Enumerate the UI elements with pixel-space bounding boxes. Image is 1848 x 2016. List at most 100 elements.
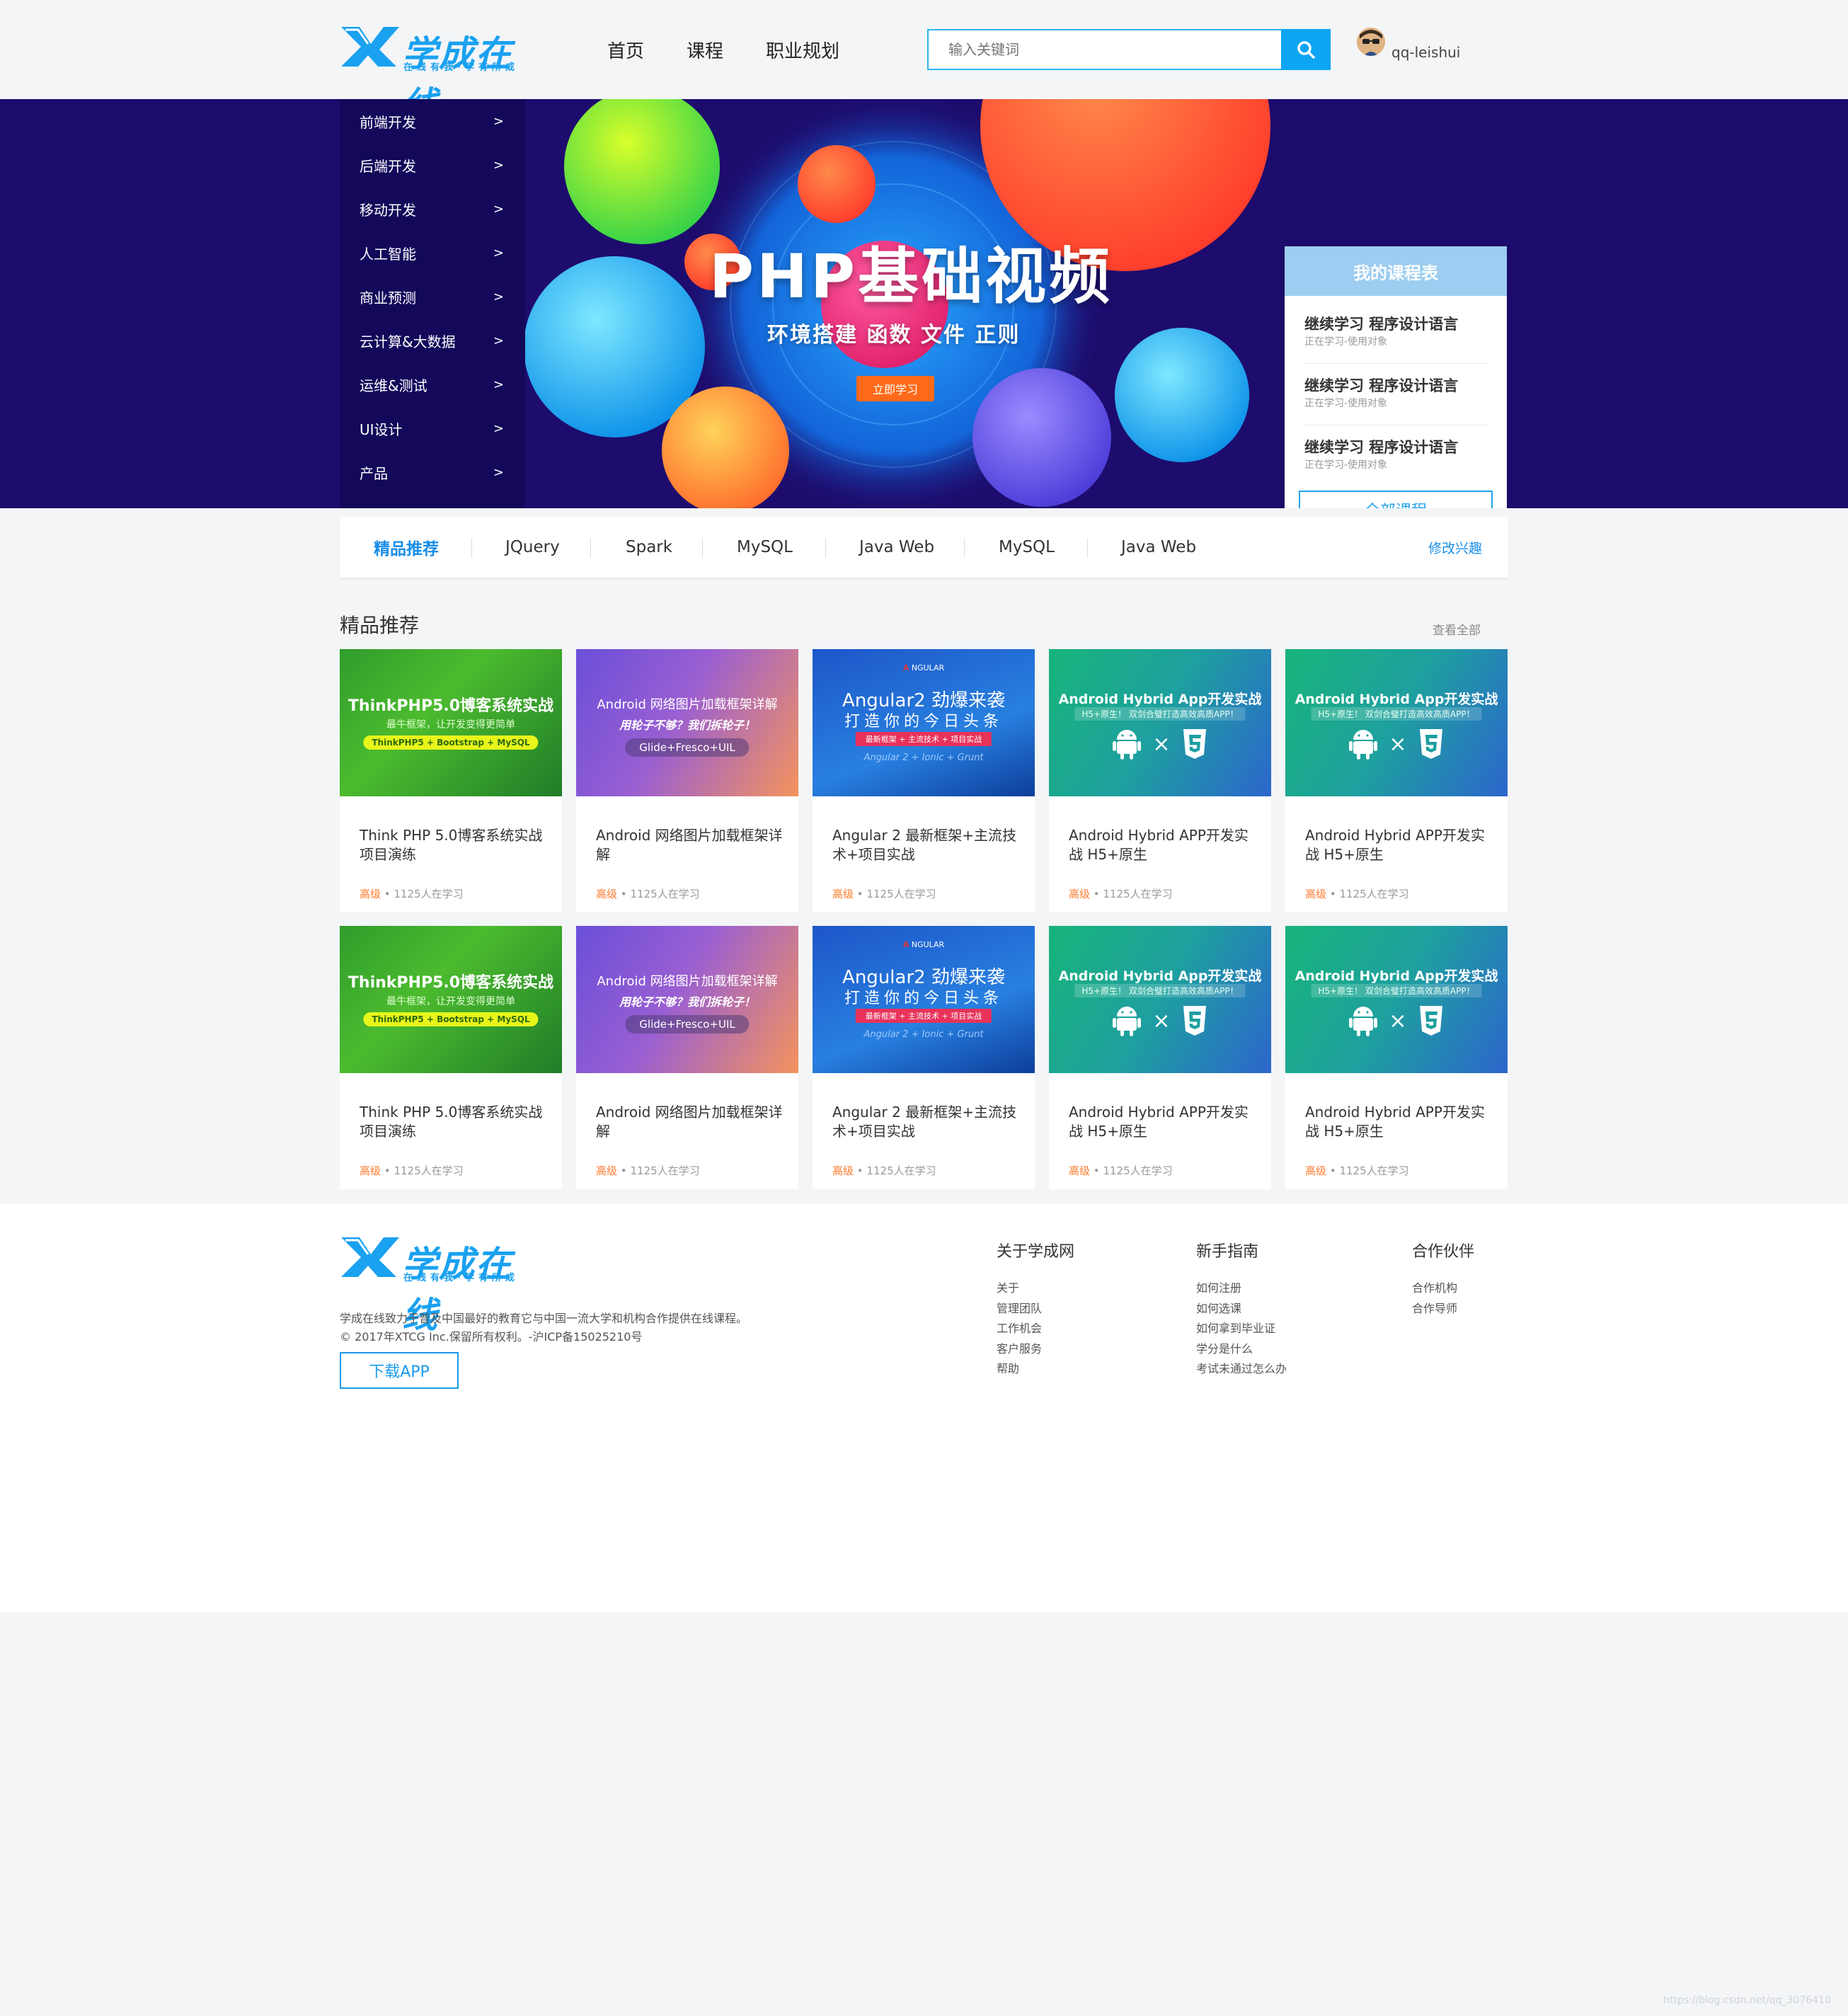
category-item-ui[interactable]: UI设计 > [340,406,525,450]
category-item-backend[interactable]: 后端开发 > [340,143,525,187]
course-card[interactable]: Android Hybrid App开发实战 H5+原生！ 双剑合璧打造高效高质… [1285,926,1508,1189]
search-button[interactable] [1281,29,1331,70]
course-card[interactable]: Android Hybrid App开发实战 H5+原生！ 双剑合璧打造高效高质… [1285,649,1508,912]
tab-jquery[interactable]: JQuery [505,517,560,578]
tab-javaweb[interactable]: Java Web [859,517,934,578]
course-card[interactable]: Android 网络图片加载框架详解 用轮子不够？我们拆轮子！ Glide+Fr… [576,649,798,912]
avatar[interactable] [1357,28,1385,56]
site-logo[interactable]: 学成在线 在线有我·学有所成 [340,25,531,125]
category-label: 运维&测试 [360,377,427,394]
footer-link[interactable]: 如何注册 [1196,1278,1287,1299]
footer-column-about: 关于学成网 关于 管理团队 工作机会 客户服务 帮助 [997,1239,1074,1380]
footer-link[interactable]: 考试未通过怎么办 [1196,1359,1287,1380]
category-item-product[interactable]: 产品 > [340,450,525,494]
course-thumbnail[interactable]: ThinkPHP5.0博客系统实战 最牛框架，让开发变得更简单 ThinkPHP… [340,926,562,1073]
category-item-mobile[interactable]: 移动开发 > [340,187,525,231]
footer-link[interactable]: 学分是什么 [1196,1339,1287,1360]
card-art-badge: 最新框架 + 主流技术 + 项目实战 [855,732,992,746]
course-title[interactable]: Angular 2 最新框架+主流技术+项目实战 [832,1103,1020,1141]
my-course-item[interactable]: 继续学习 程序设计语言 正在学习-使用对象 [1304,365,1490,425]
card-art-subtitle: 打造你的今日头条 [844,713,1003,731]
logo-x-mark [341,1237,399,1277]
search-input[interactable] [929,30,1280,69]
all-courses-button[interactable]: 全部课程 [1299,491,1493,508]
course-title[interactable]: Android 网络图片加载框架详解 [596,1103,784,1141]
course-thumbnail[interactable]: A NGULAR Angular2 劲爆来袭 打造你的今日头条 最新框架 + 主… [813,926,1035,1073]
footer-link[interactable]: 帮助 [997,1359,1074,1380]
course-thumbnail[interactable]: Android Hybrid App开发实战 H5+原生！ 双剑合璧打造高效高质… [1049,649,1271,796]
course-students: 1125人在学习 [1339,888,1409,900]
username[interactable]: qq-leishui [1391,44,1460,61]
footer-link[interactable]: 关于 [997,1278,1074,1299]
course-meta: 高级 • 1125人在学习 [596,1163,700,1178]
course-thumbnail[interactable]: Android Hybrid App开发实战 H5+原生！ 双剑合璧打造高效高质… [1049,926,1271,1073]
edit-interest-link[interactable]: 修改兴趣 [1428,517,1482,578]
banner-title: PHP基础视频 [709,241,1113,312]
category-label: 人工智能 [360,245,416,263]
course-title[interactable]: Think PHP 5.0博客系统实战项目演练 [360,1103,547,1141]
footer-link[interactable]: 合作导师 [1412,1299,1474,1319]
category-item-business[interactable]: 商业预测 > [340,275,525,319]
course-card[interactable]: A NGULAR Angular2 劲爆来袭 打造你的今日头条 最新框架 + 主… [813,926,1035,1189]
card-art-icons: × [1285,728,1508,760]
my-course-item[interactable]: 继续学习 程序设计语言 正在学习-使用对象 [1304,303,1490,364]
tab-mysql-2[interactable]: MySQL [999,517,1055,578]
my-course-progress: 正在学习-使用对象 [1304,336,1388,348]
nav-courses[interactable]: 课程 [687,37,723,63]
course-title[interactable]: Android Hybrid APP开发实战 H5+原生 [1069,826,1256,864]
course-students: 1125人在学习 [1103,888,1173,900]
nav-home[interactable]: 首页 [607,37,644,63]
card-art-brand-text: NGULAR [911,663,945,672]
tab-featured[interactable]: 精品推荐 [374,517,439,578]
banner-learn-button[interactable]: 立即学习 [856,376,934,401]
meta-separator: • [856,888,863,900]
footer-logo[interactable]: 学成在线 在线有我·学有所成 [340,1236,531,1336]
course-title[interactable]: Android 网络图片加载框架详解 [596,826,784,864]
category-item-ai[interactable]: 人工智能 > [340,231,525,275]
category-item-cloud[interactable]: 云计算&大数据 > [340,319,525,362]
meta-separator: • [1093,1164,1100,1177]
course-thumbnail[interactable]: Android 网络图片加载框架详解 用轮子不够？我们拆轮子！ Glide+Fr… [576,649,798,796]
course-title[interactable]: Android Hybrid APP开发实战 H5+原生 [1305,1103,1493,1141]
my-course-item[interactable]: 继续学习 程序设计语言 正在学习-使用对象 [1304,426,1490,487]
card-art-brand: A NGULAR [813,663,1035,672]
course-thumbnail[interactable]: Android 网络图片加载框架详解 用轮子不够？我们拆轮子！ Glide+Fr… [576,926,798,1073]
course-card[interactable]: Android 网络图片加载框架详解 用轮子不够？我们拆轮子！ Glide+Fr… [576,926,798,1189]
card-art-badge: ThinkPHP5 + Bootstrap + MySQL [363,1012,539,1026]
footer-link[interactable]: 管理团队 [997,1299,1074,1319]
html5-icon [1183,1006,1206,1036]
footer-link[interactable]: 工作机会 [997,1319,1074,1339]
course-thumbnail[interactable]: A NGULAR Angular2 劲爆来袭 打造你的今日头条 最新框架 + 主… [813,649,1035,796]
footer-link[interactable]: 客户服务 [997,1339,1074,1360]
course-title[interactable]: Android Hybrid APP开发实战 H5+原生 [1069,1103,1256,1141]
nav-career[interactable]: 职业规划 [766,37,839,63]
course-card[interactable]: A NGULAR Angular2 劲爆来袭 打造你的今日头条 最新框架 + 主… [813,649,1035,912]
course-thumbnail[interactable]: Android Hybrid App开发实战 H5+原生！ 双剑合璧打造高效高质… [1285,649,1508,796]
footer-link[interactable]: 如何选课 [1196,1299,1287,1319]
logo-slogan: 在线有我·学有所成 [403,1273,519,1283]
course-title[interactable]: Android Hybrid APP开发实战 H5+原生 [1305,826,1493,864]
view-all-link[interactable]: 查看全部 [1433,620,1481,638]
tab-spark[interactable]: Spark [626,517,672,578]
card-art-title: Android Hybrid App开发实战 [1058,692,1262,707]
footer-link[interactable]: 如何拿到毕业证 [1196,1319,1287,1339]
course-card[interactable]: ThinkPHP5.0博客系统实战 最牛框架，让开发变得更简单 ThinkPHP… [340,649,562,912]
chevron-right-icon: > [493,157,504,173]
course-title[interactable]: Angular 2 最新框架+主流技术+项目实战 [832,826,1020,864]
meta-separator: • [1093,888,1100,900]
course-card[interactable]: ThinkPHP5.0博客系统实战 最牛框架，让开发变得更简单 ThinkPHP… [340,926,562,1189]
category-item-ops[interactable]: 运维&测试 > [340,362,525,406]
course-title[interactable]: Think PHP 5.0博客系统实战项目演练 [360,826,547,864]
tab-javaweb-2[interactable]: Java Web [1121,517,1196,578]
category-label: 商业预测 [360,289,416,307]
course-thumbnail[interactable]: ThinkPHP5.0博客系统实战 最牛框架，让开发变得更简单 ThinkPHP… [340,649,562,796]
course-card[interactable]: Android Hybrid App开发实战 H5+原生！ 双剑合璧打造高效高质… [1049,649,1271,912]
download-app-button[interactable]: 下载APP [340,1352,459,1389]
my-courses-header: 我的课程表 [1285,246,1507,296]
tab-mysql[interactable]: MySQL [737,517,793,578]
course-thumbnail[interactable]: Android Hybrid App开发实战 H5+原生！ 双剑合璧打造高效高质… [1285,926,1508,1073]
footer-link[interactable]: 合作机构 [1412,1278,1474,1299]
banner-subtitle: 环境搭建 函数 文件 正则 [767,323,1021,348]
category-item-frontend[interactable]: 前端开发 > [340,99,525,143]
course-card[interactable]: Android Hybrid App开发实战 H5+原生！ 双剑合璧打造高效高质… [1049,926,1271,1189]
